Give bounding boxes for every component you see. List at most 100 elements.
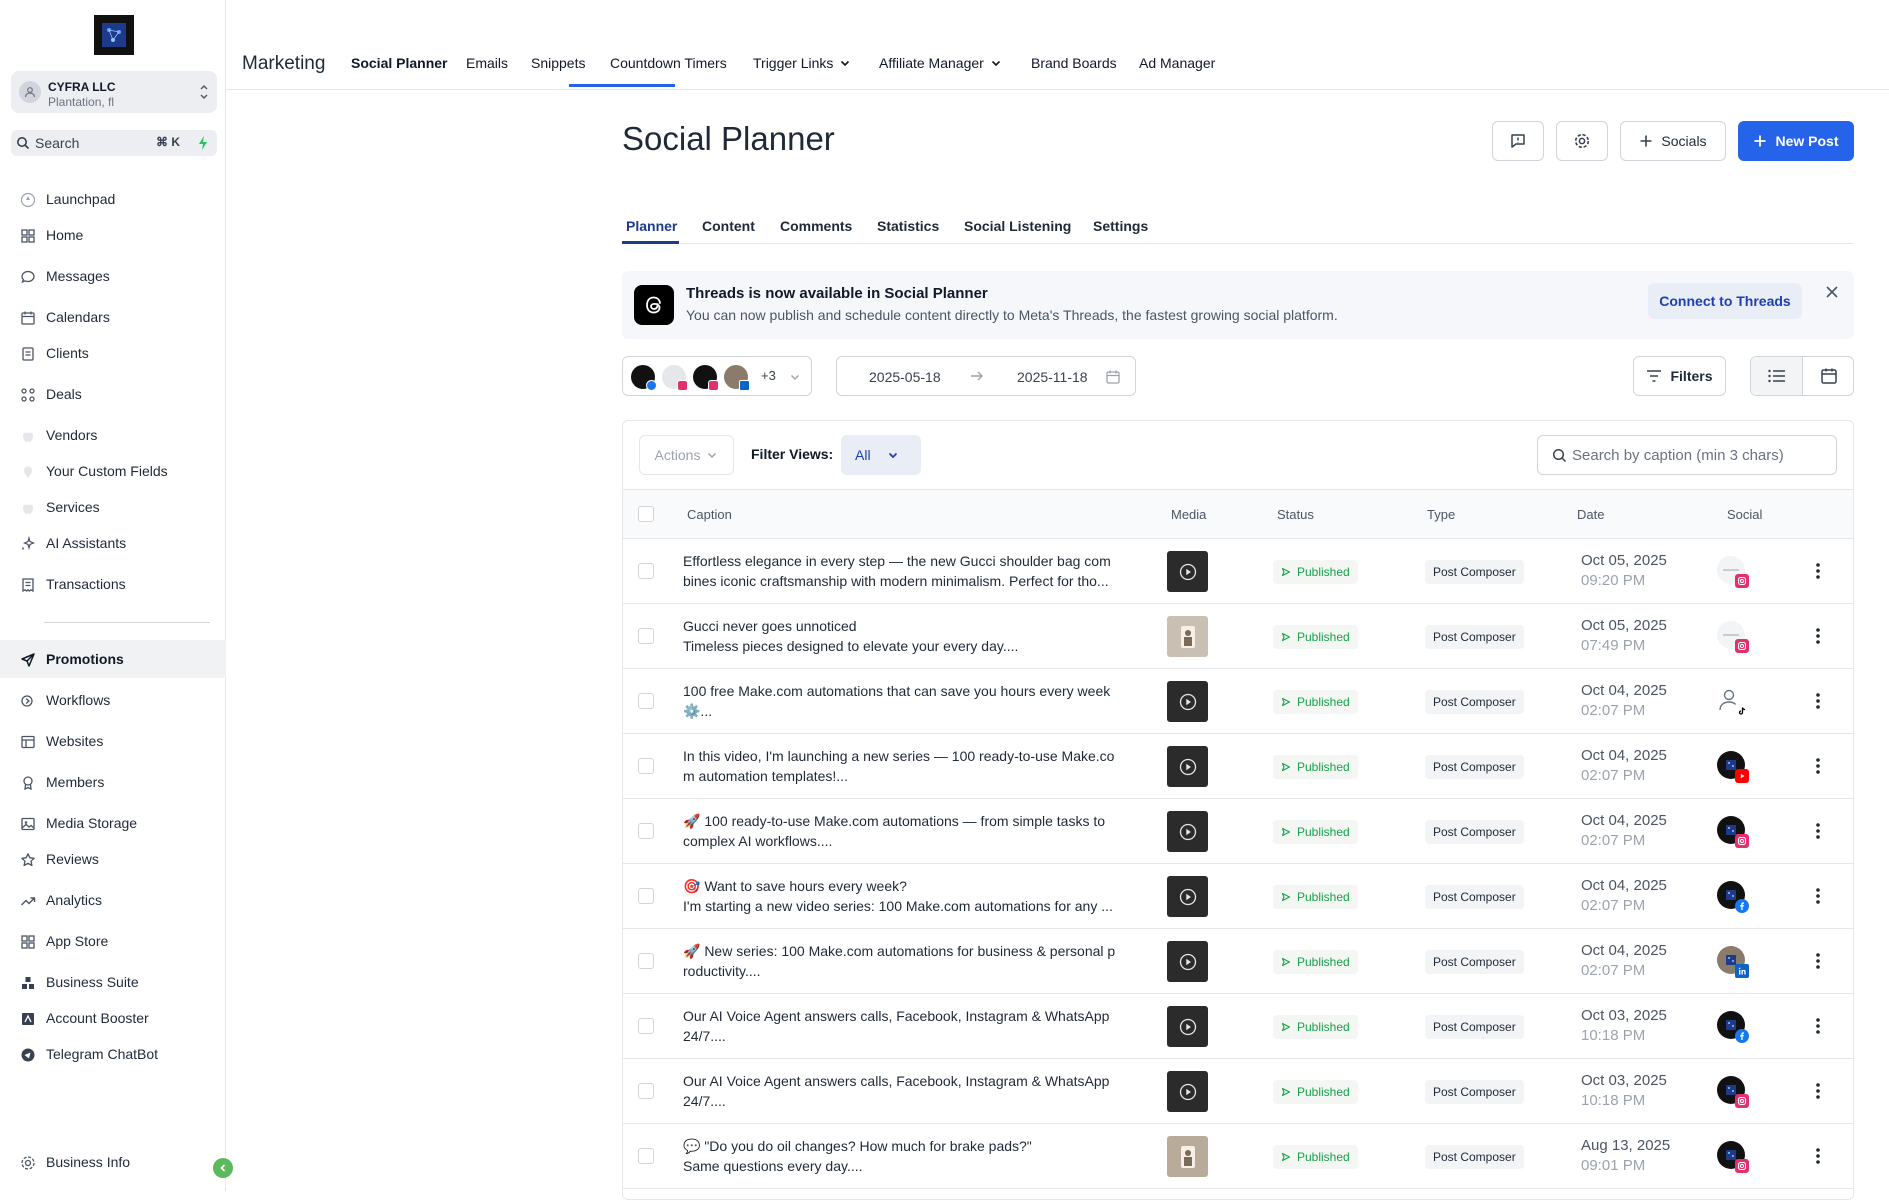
sidebar-item-launchpad[interactable]: Launchpad [0, 180, 226, 218]
column-status[interactable]: Status [1277, 507, 1314, 522]
more-options-icon[interactable] [1815, 1081, 1821, 1101]
post-caption[interactable]: Gucci never goes unnoticed Timeless piec… [683, 616, 1148, 656]
post-caption[interactable]: 🚀 New series: 100 Make.com automations f… [683, 941, 1148, 981]
media-thumbnail[interactable] [1167, 1136, 1208, 1177]
topnav-emails[interactable]: Emails [466, 55, 508, 71]
media-thumbnail[interactable] [1167, 616, 1208, 657]
social-account[interactable] [1717, 946, 1749, 978]
media-thumbnail[interactable] [1167, 1071, 1208, 1112]
caption-search-input[interactable]: Search by caption (min 3 chars) [1537, 435, 1837, 475]
media-thumbnail[interactable] [1167, 681, 1208, 722]
date-range-picker[interactable]: 2025-05-18 2025-11-18 [836, 356, 1136, 396]
list-view-button[interactable] [1751, 357, 1803, 395]
more-options-icon[interactable] [1815, 951, 1821, 971]
post-caption[interactable]: In this video, I'm launching a new serie… [683, 746, 1148, 786]
tab-content[interactable]: Content [702, 218, 755, 234]
feedback-button[interactable] [1492, 121, 1544, 161]
more-options-icon[interactable] [1815, 626, 1821, 646]
post-caption[interactable]: 💬 "Do you do oil changes? How much for b… [683, 1136, 1148, 1176]
column-social[interactable]: Social [1727, 507, 1762, 522]
tab-statistics[interactable]: Statistics [877, 218, 939, 234]
row-checkbox[interactable] [638, 888, 654, 904]
media-thumbnail[interactable] [1167, 1006, 1208, 1047]
account-filter[interactable]: +3 [622, 356, 812, 396]
sidebar-item-websites[interactable]: Websites [0, 722, 226, 760]
close-icon[interactable] [1825, 285, 1839, 299]
sidebar-item-workflows[interactable]: Workflows [0, 681, 226, 719]
row-checkbox[interactable] [638, 563, 654, 579]
filters-button[interactable]: Filters [1633, 356, 1726, 396]
tab-comments[interactable]: Comments [780, 218, 852, 234]
account-switcher[interactable]: CYFRA LLC Plantation, fl [11, 71, 217, 113]
actions-dropdown[interactable]: Actions [639, 435, 734, 475]
column-caption[interactable]: Caption [687, 507, 732, 522]
table-row[interactable]: 100 free Make.com automations that can s… [623, 669, 1853, 734]
add-socials-button[interactable]: Socials [1620, 121, 1726, 161]
column-media[interactable]: Media [1171, 507, 1206, 522]
more-options-icon[interactable] [1815, 1146, 1821, 1166]
tab-social-listening[interactable]: Social Listening [964, 218, 1071, 234]
settings-button[interactable] [1556, 121, 1608, 161]
row-checkbox[interactable] [638, 693, 654, 709]
sidebar-item-messages[interactable]: Messages [0, 257, 226, 295]
post-caption[interactable]: Effortless elegance in every step — the … [683, 551, 1148, 591]
social-account[interactable] [1717, 556, 1749, 588]
sidebar-item-vendors[interactable]: Vendors [0, 416, 226, 454]
sidebar-item-promotions[interactable]: Promotions [0, 640, 226, 678]
sidebar-item-services[interactable]: Services [0, 488, 226, 526]
sidebar-item-transactions[interactable]: Transactions [0, 565, 226, 603]
column-date[interactable]: Date [1577, 507, 1604, 522]
post-caption[interactable]: Our AI Voice Agent answers calls, Facebo… [683, 1071, 1148, 1111]
media-thumbnail[interactable] [1167, 551, 1208, 592]
social-account[interactable] [1717, 751, 1749, 783]
social-account[interactable] [1717, 816, 1749, 848]
more-options-icon[interactable] [1815, 821, 1821, 841]
sidebar-item-media-storage[interactable]: Media Storage [0, 804, 226, 842]
calendar-view-button[interactable] [1803, 357, 1853, 395]
sidebar-item-business-suite[interactable]: Business Suite [0, 963, 226, 1001]
bolt-icon[interactable] [197, 135, 209, 151]
tab-settings[interactable]: Settings [1093, 218, 1148, 234]
row-checkbox[interactable] [638, 1083, 654, 1099]
more-options-icon[interactable] [1815, 756, 1821, 776]
media-thumbnail[interactable] [1167, 941, 1208, 982]
row-checkbox[interactable] [638, 1148, 654, 1164]
sidebar-search[interactable]: Search ⌘ K [11, 130, 217, 156]
post-caption[interactable]: 🚀 100 ready-to-use Make.com automations … [683, 811, 1148, 851]
topnav-countdown-timers[interactable]: Countdown Timers [610, 55, 727, 71]
sidebar-item-account-booster[interactable]: Account Booster [0, 999, 226, 1037]
select-all-checkbox[interactable] [638, 506, 654, 522]
sidebar-item-home[interactable]: Home [0, 216, 226, 254]
collapse-sidebar-button[interactable] [213, 1158, 233, 1178]
row-checkbox[interactable] [638, 953, 654, 969]
sidebar-item-reviews[interactable]: Reviews [0, 840, 226, 878]
social-account[interactable] [1717, 621, 1749, 653]
company-logo[interactable] [94, 15, 134, 55]
sidebar-item-deals[interactable]: Deals [0, 375, 226, 413]
table-row[interactable]: 🚀 100 ready-to-use Make.com automations … [623, 799, 1853, 864]
more-options-icon[interactable] [1815, 691, 1821, 711]
table-row[interactable]: Effortless elegance in every step — the … [623, 539, 1853, 604]
topnav-social-planner[interactable]: Social Planner [351, 55, 447, 71]
filter-views-select[interactable]: All [841, 435, 921, 475]
media-thumbnail[interactable] [1167, 811, 1208, 852]
sidebar-item-app-store[interactable]: App Store [0, 922, 226, 960]
table-row[interactable]: Gucci never goes unnoticed Timeless piec… [623, 604, 1853, 669]
row-checkbox[interactable] [638, 1018, 654, 1034]
sidebar-item-ai-assistants[interactable]: AI Assistants [0, 524, 226, 562]
table-row[interactable]: In this video, I'm launching a new serie… [623, 734, 1853, 799]
sidebar-item-calendars[interactable]: Calendars [0, 298, 226, 336]
sidebar-item-members[interactable]: Members [0, 763, 226, 801]
sidebar-item-analytics[interactable]: Analytics [0, 881, 226, 919]
tab-planner[interactable]: Planner [626, 218, 677, 234]
row-checkbox[interactable] [638, 628, 654, 644]
table-row[interactable]: Our AI Voice Agent answers calls, Facebo… [623, 1059, 1853, 1124]
row-checkbox[interactable] [638, 823, 654, 839]
social-account[interactable] [1717, 686, 1749, 718]
topnav-brand-boards[interactable]: Brand Boards [1031, 55, 1117, 71]
connect-threads-button[interactable]: Connect to Threads [1648, 283, 1802, 319]
table-row[interactable]: 💬 "Do you do oil changes? How much for b… [623, 1124, 1853, 1189]
more-options-icon[interactable] [1815, 561, 1821, 581]
new-post-button[interactable]: New Post [1738, 121, 1854, 161]
social-account[interactable] [1717, 1011, 1749, 1043]
